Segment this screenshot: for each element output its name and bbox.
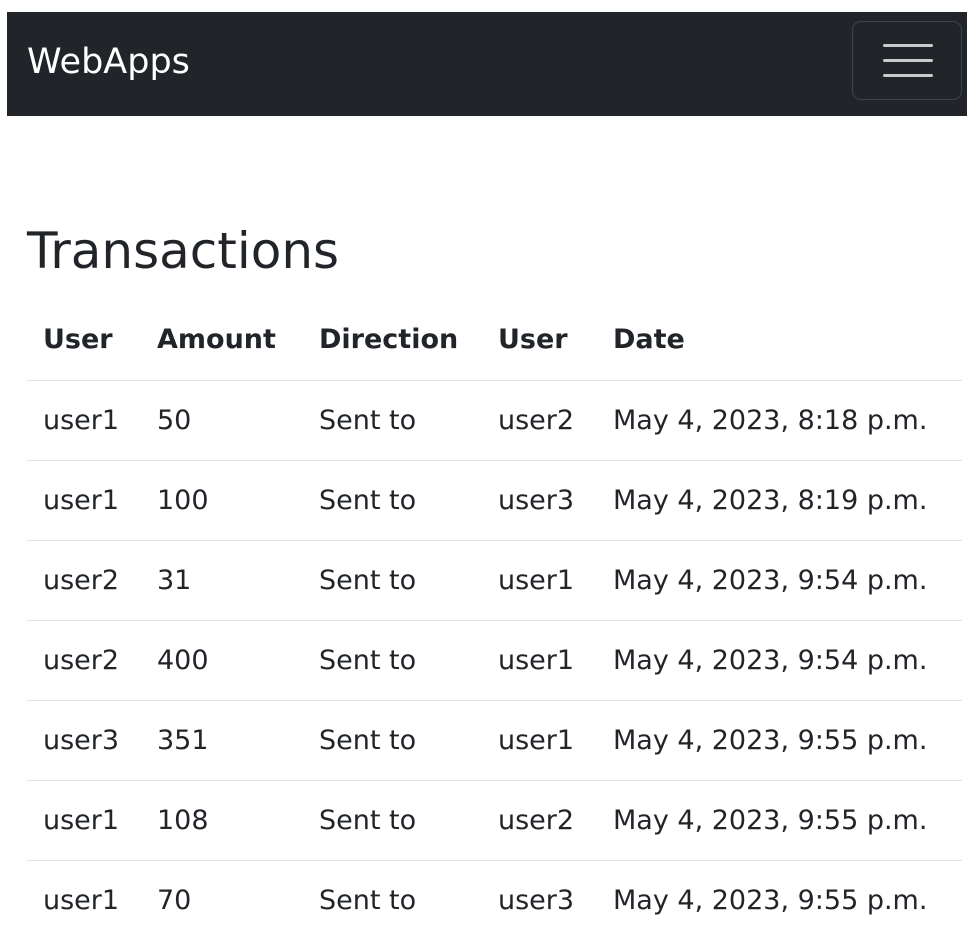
cell-direction: Sent to: [303, 780, 482, 861]
cell-recipient: user2: [482, 380, 597, 461]
cell-amount: 50: [141, 380, 303, 461]
column-header-sender: User: [27, 300, 141, 381]
cell-sender: user2: [27, 620, 141, 701]
cell-date: May 4, 2023, 9:54 p.m.: [597, 620, 962, 701]
column-header-direction: Direction: [303, 300, 482, 381]
navbar: WebApps: [7, 12, 967, 116]
cell-direction: Sent to: [303, 460, 482, 541]
cell-amount: 400: [141, 620, 303, 701]
cell-sender: user1: [27, 780, 141, 861]
table-row: user2 31 Sent to user1 May 4, 2023, 9:54…: [27, 540, 962, 621]
table-row: user1 70 Sent to user3 May 4, 2023, 9:55…: [27, 860, 962, 940]
transactions-table: User Amount Direction User Date user1 50…: [27, 300, 962, 940]
cell-amount: 108: [141, 780, 303, 861]
cell-amount: 31: [141, 540, 303, 621]
navbar-brand[interactable]: WebApps: [27, 41, 190, 83]
cell-direction: Sent to: [303, 380, 482, 461]
cell-recipient: user3: [482, 460, 597, 541]
table-row: user1 108 Sent to user2 May 4, 2023, 9:5…: [27, 780, 962, 861]
cell-direction: Sent to: [303, 700, 482, 781]
cell-sender: user1: [27, 460, 141, 541]
cell-sender: user2: [27, 540, 141, 621]
cell-recipient: user1: [482, 700, 597, 781]
cell-direction: Sent to: [319, 884, 417, 916]
table-row: user1 50 Sent to user2 May 4, 2023, 8:18…: [27, 380, 962, 461]
cell-recipient: user2: [482, 780, 597, 861]
page-title: Transactions: [27, 222, 340, 280]
table-row: user1 100 Sent to user3 May 4, 2023, 8:1…: [27, 460, 962, 541]
cell-amount: 70: [157, 884, 192, 916]
cell-date: May 4, 2023, 8:19 p.m.: [597, 460, 962, 541]
cell-sender: user1: [43, 884, 120, 916]
table-row: user2 400 Sent to user1 May 4, 2023, 9:5…: [27, 620, 962, 701]
cell-date: May 4, 2023, 8:18 p.m.: [597, 380, 962, 461]
navbar-toggler-button[interactable]: [852, 21, 962, 100]
cell-sender: user1: [27, 380, 141, 461]
column-header-amount: Amount: [141, 300, 303, 381]
table-row: user3 351 Sent to user1 May 4, 2023, 9:5…: [27, 700, 962, 781]
column-header-date: Date: [597, 300, 962, 381]
cell-date: May 4, 2023, 9:55 p.m.: [613, 884, 928, 916]
cell-date: May 4, 2023, 9:54 p.m.: [597, 540, 962, 621]
cell-date: May 4, 2023, 9:55 p.m.: [597, 780, 962, 861]
table-header-row: User Amount Direction User Date: [27, 300, 962, 381]
cell-date: May 4, 2023, 9:55 p.m.: [597, 700, 962, 781]
cell-amount: 351: [141, 700, 303, 781]
cell-direction: Sent to: [303, 620, 482, 701]
cell-recipient: user1: [482, 540, 597, 621]
cell-amount: 100: [141, 460, 303, 541]
hamburger-menu-icon: [883, 44, 933, 78]
cell-recipient: user1: [482, 620, 597, 701]
cell-direction: Sent to: [303, 540, 482, 621]
column-header-recipient: User: [482, 300, 597, 381]
cell-sender: user3: [27, 700, 141, 781]
cell-recipient: user3: [498, 884, 575, 916]
